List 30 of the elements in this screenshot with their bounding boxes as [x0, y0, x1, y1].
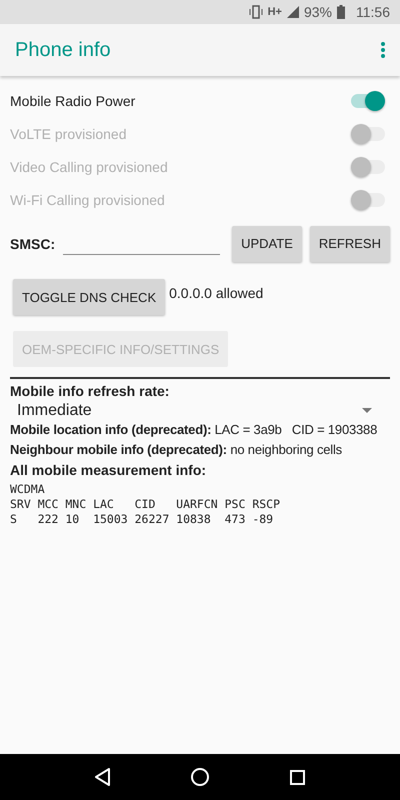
- dropdown-arrow-icon: [362, 408, 372, 413]
- switch-label: VoLTE provisioned: [10, 126, 128, 142]
- switch-label: Mobile Radio Power: [10, 92, 136, 108]
- measurement-label: All mobile measurement info:: [10, 461, 208, 480]
- clock: 11:56: [356, 4, 390, 20]
- measurement-line: WCDMA: [10, 482, 46, 497]
- info-line: Mobile location info (deprecated): LAC = 3a9b CID = 1903388: [10, 421, 378, 439]
- app-title: Phone info: [15, 38, 112, 62]
- measurement-line: SRV MCC MNC LAC CID UARFCN PSC RSCP: [10, 497, 282, 512]
- dns-check-button[interactable]: TOGGLE DNS CHECK: [13, 279, 166, 315]
- overflow-menu-icon[interactable]: [380, 42, 386, 58]
- vibrate-icon: [248, 5, 263, 19]
- measurement-line: S 222 10 15003 26227 10838 473 -89: [10, 512, 274, 527]
- battery-icon: [337, 5, 345, 19]
- network-type: H+: [268, 6, 282, 18]
- signal-icon: [286, 6, 299, 18]
- back-icon[interactable]: [95, 768, 112, 786]
- refresh-rate-dropdown[interactable]: Immediate: [10, 401, 390, 420]
- switch-label: Video Calling provisioned: [10, 158, 169, 174]
- dns-status: 0.0.0.0 allowed: [169, 285, 264, 301]
- switch-label: Wi-Fi Calling provisioned: [10, 192, 166, 208]
- battery-level: 93%: [304, 4, 332, 20]
- recents-icon[interactable]: [290, 770, 305, 784]
- refresh-button[interactable]: REFRESH: [310, 226, 390, 262]
- refresh-rate-label: Mobile info refresh rate:: [10, 382, 170, 401]
- smsc-label: SMSC:: [10, 236, 56, 252]
- update-button[interactable]: UPDATE: [232, 226, 302, 262]
- toggle-switch[interactable]: [351, 94, 385, 108]
- home-icon[interactable]: [191, 768, 210, 786]
- info-line: Neighbour mobile info (deprecated): no neighboring cells: [10, 441, 343, 459]
